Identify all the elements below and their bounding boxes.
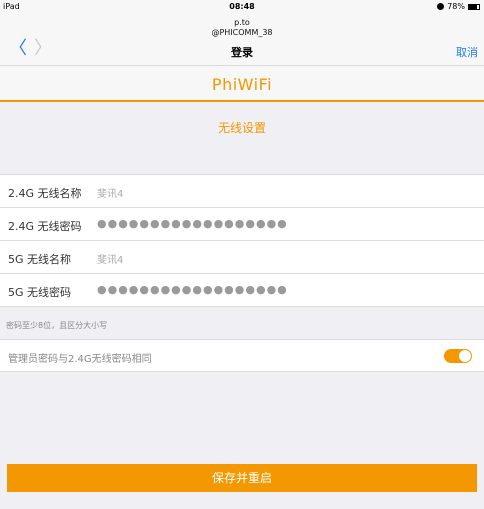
toggle-knob: [459, 350, 471, 362]
brand-header: PhiWiFi: [0, 66, 484, 102]
status-right: 78%: [437, 2, 480, 11]
password-5g-input[interactable]: ●●●●●●●●●●●●●●●●●●: [97, 283, 288, 296]
save-and-restart-button[interactable]: 保存并重启: [7, 464, 477, 492]
page-title: 登录: [231, 46, 253, 59]
phiwifi-logo: PhiWiFi: [211, 75, 273, 94]
alarm-icon: [437, 3, 445, 10]
url-line-2: @PHICOMM_38: [211, 28, 273, 37]
cancel-button[interactable]: 取消: [456, 44, 478, 60]
same-password-label: 管理员密码与2.4G无线密码相同: [8, 354, 152, 365]
url-line-1: p.to: [234, 18, 250, 27]
password-5g-row[interactable]: 5G 无线密码 ●●●●●●●●●●●●●●●●●●: [0, 274, 484, 307]
ssid-24g-label: 2.4G 无线名称: [8, 187, 82, 200]
wireless-settings-form: 2.4G 无线名称 斐讯4 2.4G 无线密码 ●●●●●●●●●●●●●●●●…: [0, 174, 484, 307]
navigation-bar: p.to @PHICOMM_38 〈 〉 登录 取消: [0, 14, 484, 66]
section-title: 无线设置: [217, 121, 266, 135]
ssid-24g-row[interactable]: 2.4G 无线名称 斐讯4: [0, 175, 484, 208]
password-hint: 密码至少8位，且区分大小写: [6, 321, 108, 330]
ssid-24g-input[interactable]: 斐讯4: [97, 185, 123, 200]
ssid-5g-row[interactable]: 5G 无线名称 斐讯4: [0, 241, 484, 274]
battery-percent: 78%: [447, 2, 465, 11]
password-5g-label: 5G 无线密码: [8, 286, 72, 299]
status-bar: iPad 08:48 78%: [0, 0, 484, 14]
same-password-toggle[interactable]: [444, 349, 472, 363]
password-24g-row[interactable]: 2.4G 无线密码 ●●●●●●●●●●●●●●●●●●: [0, 208, 484, 241]
battery-icon: [468, 3, 480, 10]
ssid-5g-label: 5G 无线名称: [8, 253, 72, 266]
same-password-row: 管理员密码与2.4G无线密码相同: [0, 339, 484, 372]
status-time: 08:48: [229, 2, 255, 11]
ssid-5g-input[interactable]: 斐讯4: [97, 251, 123, 266]
password-24g-input[interactable]: ●●●●●●●●●●●●●●●●●●: [97, 217, 288, 230]
password-24g-label: 2.4G 无线密码: [8, 220, 82, 233]
